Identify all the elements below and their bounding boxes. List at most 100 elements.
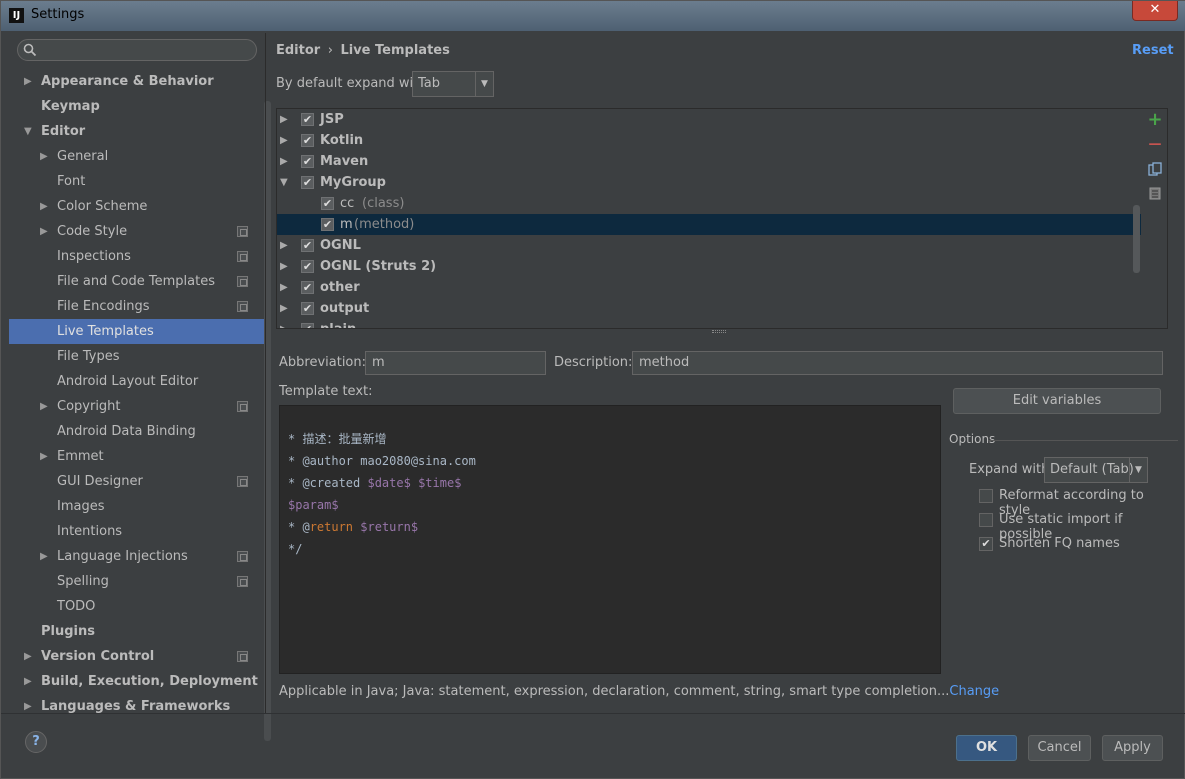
resize-grip[interactable] [712, 330, 726, 333]
expand-arrow-icon[interactable]: ▶ [24, 69, 32, 94]
settings-sidebar: ▶ Appearance & Behavior Keymap ▼ Editor ▶ Gene… [9, 33, 271, 741]
copy-template-button[interactable] [1147, 162, 1163, 178]
sidebar-item-gui-designer[interactable]: GUI Designer [9, 469, 264, 494]
sidebar-item-build-execution-deployment[interactable]: ▶ Build, Execution, Deployment [9, 669, 264, 694]
template-name: m [340, 217, 353, 232]
sidebar-item-images[interactable]: Images [9, 494, 264, 519]
sidebar-item-file-and-code-templates[interactable]: File and Code Templates [9, 269, 264, 294]
expand-with-select[interactable]: Default (Tab) ▼ [1044, 457, 1148, 483]
expand-arrow-icon[interactable]: ▶ [40, 544, 48, 569]
template-token: $param$ [288, 498, 339, 512]
expand-arrow-icon[interactable]: ▶ [280, 235, 288, 256]
template-name: output [320, 301, 370, 316]
template-group[interactable]: ▶ ✔ OGNL [277, 235, 1141, 256]
edit-variables-button[interactable]: Edit variables [953, 388, 1161, 414]
template-enabled-checkbox[interactable]: ✔ [301, 260, 314, 273]
template-group[interactable]: ▶ ✔ JSP [277, 109, 1141, 130]
remove-template-button[interactable]: — [1147, 137, 1163, 153]
sidebar-item-intentions[interactable]: Intentions [9, 519, 264, 544]
sidebar-item-copyright[interactable]: ▶ Copyright [9, 394, 264, 419]
sidebar-item-editor[interactable]: ▼ Editor [9, 119, 264, 144]
static-import-checkbox[interactable] [979, 513, 993, 527]
template-enabled-checkbox[interactable]: ✔ [301, 302, 314, 315]
sidebar-item-color-scheme[interactable]: ▶ Color Scheme [9, 194, 264, 219]
expand-default-select[interactable]: Tab ▼ [412, 71, 494, 97]
sidebar-item-general[interactable]: ▶ General [9, 144, 264, 169]
template-enabled-checkbox[interactable]: ✔ [321, 218, 334, 231]
change-contexts-link[interactable]: Change [949, 684, 999, 699]
collapse-arrow-icon[interactable]: ▼ [280, 172, 288, 193]
expand-arrow-icon[interactable]: ▶ [280, 109, 288, 130]
sidebar-item-android-layout-editor[interactable]: Android Layout Editor [9, 369, 264, 394]
template-group[interactable]: ▼ ✔ MyGroup [277, 172, 1141, 193]
apply-button[interactable]: Apply [1102, 735, 1163, 761]
template-text-editor[interactable]: * 描述：批量新增 * @author mao2080@sina.com * @cr… [279, 405, 941, 674]
sidebar-item-plugins[interactable]: Plugins [9, 619, 264, 644]
sidebar-item-inspections[interactable]: Inspections [9, 244, 264, 269]
template-group[interactable]: ▶ ✔ other [277, 277, 1141, 298]
template-group[interactable]: ▶ ✔ Kotlin [277, 130, 1141, 151]
sidebar-item-version-control[interactable]: ▶ Version Control [9, 644, 264, 669]
sidebar-item-label: Inspections [57, 249, 131, 264]
template-enabled-checkbox[interactable]: ✔ [301, 134, 314, 147]
reset-link[interactable]: Reset [1132, 43, 1174, 58]
template-item[interactable]: ✔ cc (class) [277, 193, 1141, 214]
sidebar-item-languages-frameworks[interactable]: ▶ Languages & Frameworks [9, 694, 264, 719]
template-enabled-checkbox[interactable]: ✔ [321, 197, 334, 210]
templates-scrollbar[interactable] [1133, 205, 1140, 273]
abbreviation-input[interactable]: m [365, 351, 546, 375]
shorten-fq-label[interactable]: Shorten FQ names [999, 536, 1120, 551]
template-group[interactable]: ▶ ✔ output [277, 298, 1141, 319]
sidebar-item-file-encodings[interactable]: File Encodings [9, 294, 264, 319]
expand-arrow-icon[interactable]: ▶ [40, 219, 48, 244]
help-button[interactable]: ? [25, 731, 47, 753]
applicable-text: Applicable in Java; Java: statement, exp… [279, 684, 950, 699]
expand-arrow-icon[interactable]: ▶ [40, 444, 48, 469]
expand-arrow-icon[interactable]: ▶ [24, 694, 32, 719]
template-group[interactable]: ▶ ✔ OGNL (Struts 2) [277, 256, 1141, 277]
template-enabled-checkbox[interactable]: ✔ [301, 323, 314, 328]
expand-arrow-icon[interactable]: ▶ [280, 130, 288, 151]
expand-arrow-icon[interactable]: ▶ [40, 394, 48, 419]
expand-arrow-icon[interactable]: ▶ [24, 644, 32, 669]
sidebar-item-keymap[interactable]: Keymap [9, 94, 264, 119]
sidebar-item-language-injections[interactable]: ▶ Language Injections [9, 544, 264, 569]
shorten-fq-checkbox[interactable]: ✔ [979, 537, 993, 551]
sidebar-item-label: Keymap [41, 99, 100, 114]
description-input[interactable]: method [632, 351, 1163, 375]
template-item[interactable]: ✔ m (method) [277, 214, 1141, 235]
collapse-arrow-icon[interactable]: ▼ [24, 119, 32, 144]
ok-button[interactable]: OK [956, 735, 1017, 761]
sidebar-item-code-style[interactable]: ▶ Code Style [9, 219, 264, 244]
expand-arrow-icon[interactable]: ▶ [24, 669, 32, 694]
sidebar-item-android-data-binding[interactable]: Android Data Binding [9, 419, 264, 444]
restore-template-button[interactable] [1147, 187, 1163, 203]
sidebar-item-font[interactable]: Font [9, 169, 264, 194]
expand-arrow-icon[interactable]: ▶ [280, 151, 288, 172]
template-group[interactable]: ▶ ✔ Maven [277, 151, 1141, 172]
template-enabled-checkbox[interactable]: ✔ [301, 281, 314, 294]
sidebar-item-spelling[interactable]: Spelling [9, 569, 264, 594]
sidebar-item-emmet[interactable]: ▶ Emmet [9, 444, 264, 469]
sidebar-item-todo[interactable]: TODO [9, 594, 264, 619]
sidebar-item-live-templates[interactable]: Live Templates [9, 319, 264, 344]
settings-search-input[interactable] [17, 39, 257, 61]
expand-arrow-icon[interactable]: ▶ [40, 144, 48, 169]
add-template-button[interactable]: + [1147, 111, 1163, 129]
expand-arrow-icon[interactable]: ▶ [280, 277, 288, 298]
sidebar-item-appearance-behavior[interactable]: ▶ Appearance & Behavior [9, 69, 264, 94]
cancel-button[interactable]: Cancel [1028, 735, 1091, 761]
expand-arrow-icon[interactable]: ▶ [280, 256, 288, 277]
expand-arrow-icon[interactable]: ▶ [280, 298, 288, 319]
template-name: other [320, 280, 360, 295]
template-enabled-checkbox[interactable]: ✔ [301, 155, 314, 168]
expand-arrow-icon[interactable]: ▶ [40, 194, 48, 219]
template-enabled-checkbox[interactable]: ✔ [301, 176, 314, 189]
sidebar-item-file-types[interactable]: File Types [9, 344, 264, 369]
template-enabled-checkbox[interactable]: ✔ [301, 113, 314, 126]
template-enabled-checkbox[interactable]: ✔ [301, 239, 314, 252]
close-window-button[interactable]: ✕ [1132, 1, 1178, 21]
template-group[interactable]: ▶ ✔ plain [277, 319, 1141, 328]
reformat-checkbox[interactable] [979, 489, 993, 503]
expand-arrow-icon[interactable]: ▶ [280, 319, 288, 328]
